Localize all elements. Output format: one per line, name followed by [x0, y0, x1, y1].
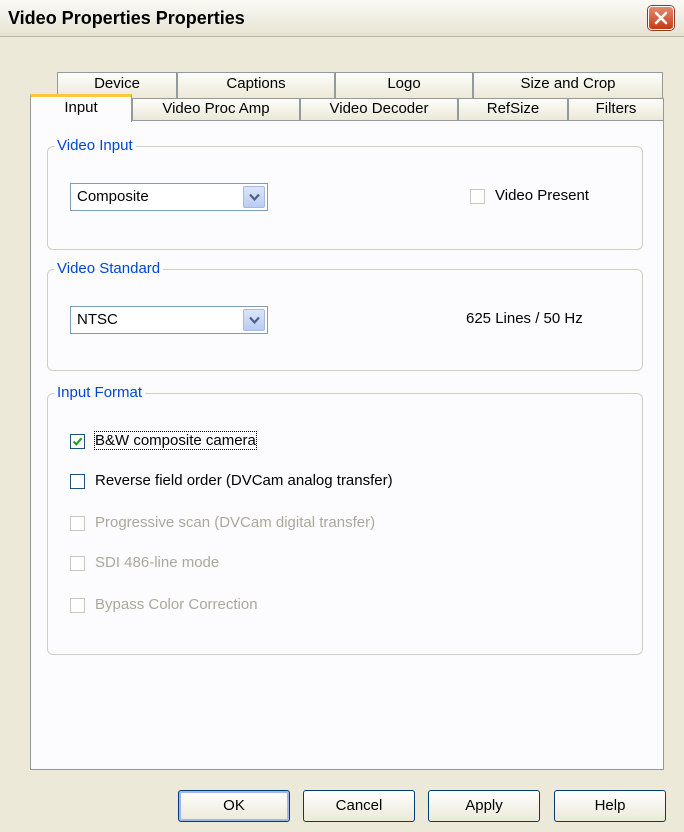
video-present-label: Video Present — [495, 187, 589, 204]
window-title: Video Properties Properties — [8, 8, 245, 28]
video-standard-value: NTSC — [77, 311, 118, 328]
video-input-title: Video Input — [54, 137, 136, 154]
help-button[interactable]: Help — [554, 790, 666, 822]
bypass-color-correction-label: Bypass Color Correction — [95, 596, 258, 613]
video-standard-title: Video Standard — [54, 260, 164, 277]
apply-button[interactable]: Apply — [428, 790, 540, 822]
check-icon — [72, 437, 83, 446]
video-input-dropdown-button[interactable] — [243, 186, 265, 208]
bw-composite-camera-checkbox[interactable] — [70, 434, 85, 449]
chevron-down-icon — [249, 193, 260, 202]
tab-video-decoder[interactable]: Video Decoder — [300, 98, 458, 120]
tab-captions[interactable]: Captions — [177, 72, 335, 98]
video-standard-select[interactable]: NTSC — [70, 306, 268, 334]
input-tab-panel: Video Input Composite Video Present Vide… — [30, 120, 664, 770]
close-button[interactable] — [648, 6, 674, 30]
tab-input[interactable]: Input — [30, 94, 132, 122]
bypass-color-correction-checkbox — [70, 598, 85, 613]
bw-composite-camera-label: B&W composite camera — [94, 431, 257, 450]
video-standard-info: 625 Lines / 50 Hz — [466, 310, 583, 327]
video-input-value: Composite — [77, 188, 149, 205]
tab-filters[interactable]: Filters — [568, 98, 664, 120]
ok-button[interactable]: OK — [178, 790, 290, 822]
cancel-button[interactable]: Cancel — [303, 790, 415, 822]
progressive-scan-label: Progressive scan (DVCam digital transfer… — [95, 514, 376, 531]
tab-logo[interactable]: Logo — [335, 72, 473, 98]
input-format-title: Input Format — [54, 384, 146, 401]
sdi-486-line-checkbox — [70, 556, 85, 571]
title-bar: Video Properties Properties — [0, 0, 684, 37]
video-standard-dropdown-button[interactable] — [243, 309, 265, 331]
tab-size-and-crop[interactable]: Size and Crop — [473, 72, 663, 98]
chevron-down-icon — [249, 316, 260, 325]
progressive-scan-checkbox — [70, 516, 85, 531]
video-input-group: Video Input Composite Video Present — [47, 137, 643, 250]
close-icon — [654, 11, 668, 25]
tab-refsize[interactable]: RefSize — [458, 98, 568, 120]
tab-video-proc-amp[interactable]: Video Proc Amp — [132, 98, 300, 120]
video-standard-group: Video Standard NTSC 625 Lines / 50 Hz — [47, 260, 643, 371]
video-input-select[interactable]: Composite — [70, 183, 268, 211]
sdi-486-line-label: SDI 486-line mode — [95, 554, 220, 571]
reverse-field-order-checkbox[interactable] — [70, 474, 85, 489]
input-format-group: Input Format B&W composite camera Revers… — [47, 384, 643, 655]
reverse-field-order-label: Reverse field order (DVCam analog transf… — [95, 472, 393, 489]
video-present-checkbox[interactable] — [470, 189, 485, 204]
